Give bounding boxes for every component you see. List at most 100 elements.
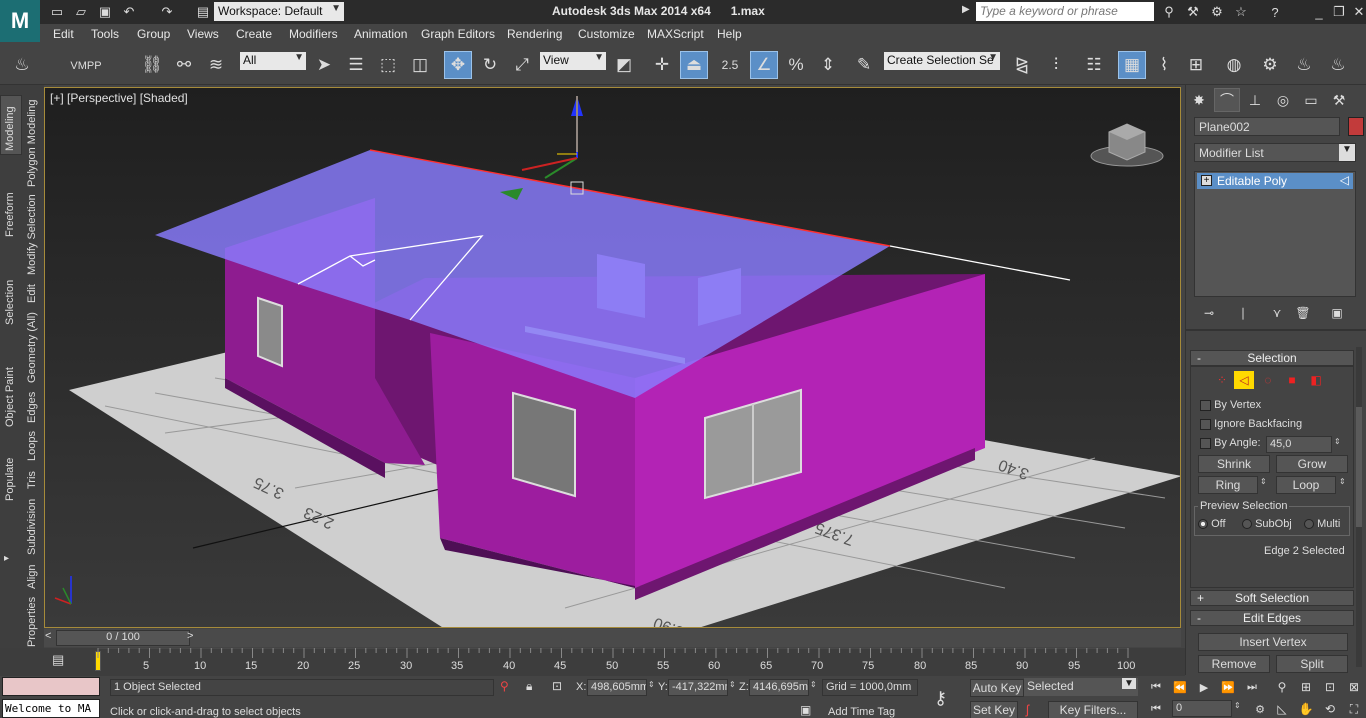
edit-named-selection-icon[interactable]: ✎ <box>850 51 878 79</box>
ribbon-subdivision[interactable]: Subdivision <box>26 499 38 555</box>
select-and-move-icon[interactable]: ✥ <box>444 51 472 79</box>
y-coordinate-field[interactable]: -417,322mm <box>668 679 728 696</box>
remove-button[interactable]: Remove <box>1198 655 1270 673</box>
keyboard-shortcut-override-icon[interactable]: ⏏ <box>680 51 708 79</box>
object-color-swatch[interactable] <box>1348 117 1364 136</box>
maxscript-listener[interactable]: Welcome to MA <box>2 699 100 718</box>
unlink-icon[interactable]: ⚯ <box>170 51 198 79</box>
go-to-end-icon[interactable]: ⏭ <box>1242 678 1262 696</box>
menu-views[interactable]: Views <box>187 27 219 41</box>
vertex-mode-icon[interactable]: ⁘ <box>1212 371 1232 389</box>
z-coordinate-field[interactable]: 4146,695mm <box>749 679 809 696</box>
preview-off-radio[interactable]: Off <box>1198 518 1226 530</box>
ring-button[interactable]: Ring <box>1198 476 1258 494</box>
render-setup-icon[interactable]: ⚙ <box>1256 51 1284 79</box>
select-by-name-icon[interactable]: ☰ <box>342 51 370 79</box>
set-key-button[interactable]: Set Key <box>970 701 1018 718</box>
ribbon-tab-modeling[interactable]: Modeling <box>4 106 16 151</box>
viewport-label[interactable]: [+] [Perspective] [Shaded] <box>50 91 188 105</box>
ribbon-polygon-modeling[interactable]: Polygon Modeling <box>26 100 38 187</box>
menu-customize[interactable]: Customize <box>578 27 635 41</box>
layer-manager-icon[interactable]: ☷ <box>1080 51 1108 79</box>
ribbon-edit[interactable]: Edit <box>26 284 38 303</box>
modify-tab-icon[interactable]: ⌒ <box>1214 88 1240 112</box>
zoom-all-icon[interactable]: ⊞ <box>1296 678 1316 696</box>
insert-vertex-button[interactable]: Insert Vertex <box>1198 633 1348 651</box>
app-logo-button[interactable]: M <box>0 0 40 42</box>
edit-edges-rollout-header[interactable]: - Edit Edges <box>1190 610 1354 626</box>
set-key-icon[interactable]: ⚷ <box>934 688 947 709</box>
perspective-viewport[interactable]: 3.75 2.23 7.375 3.40 5.90 [+] [Perspecti… <box>44 87 1181 628</box>
search-input[interactable]: Type a keyword or phrase <box>976 2 1154 21</box>
angle-value-field[interactable]: 45,0 <box>1266 436 1332 453</box>
absolute-mode-icon[interactable]: ⊡ <box>552 679 562 693</box>
zoom-extents-all-icon[interactable]: ⊠ <box>1344 678 1364 696</box>
ribbon-tris[interactable]: Tris <box>26 471 38 489</box>
hierarchy-tab-icon[interactable]: ⊥ <box>1242 88 1268 112</box>
expand-search-arrow[interactable]: ▶ <box>962 4 970 15</box>
frame-spinner-icon[interactable]: ⇕ <box>1234 701 1241 710</box>
pan-icon[interactable]: ✋ <box>1296 700 1316 718</box>
key-filters-button[interactable]: Key Filters... <box>1048 701 1138 718</box>
expand-plus-icon[interactable]: + <box>1201 175 1212 186</box>
ribbon-expand-arrow-icon[interactable]: ▸ <box>4 553 18 567</box>
new-file-icon[interactable]: ▭ <box>48 3 66 21</box>
shrink-button[interactable]: Shrink <box>1198 455 1270 473</box>
maxscript-listener-top[interactable] <box>2 677 100 696</box>
orbit-icon[interactable]: ⟲ <box>1320 700 1340 718</box>
ribbon-tab-selection[interactable]: Selection <box>4 280 16 325</box>
teapot-icon[interactable]: ♨ <box>8 51 36 79</box>
by-angle-checkbox[interactable]: By Angle: <box>1200 437 1261 449</box>
time-slider[interactable]: 0 / 100 <box>56 630 190 646</box>
field-of-view-icon[interactable]: ◺ <box>1272 700 1292 718</box>
menu-create[interactable]: Create <box>236 27 272 41</box>
time-config-icon[interactable]: ⚙ <box>1250 700 1270 718</box>
current-frame-field[interactable]: 0 <box>1172 700 1232 717</box>
menu-edit[interactable]: Edit <box>53 27 74 41</box>
mirror-icon[interactable]: ⧎ <box>1008 51 1036 79</box>
ribbon-loops[interactable]: Loops <box>26 431 38 461</box>
align-icon[interactable]: ⫶ <box>1042 51 1070 79</box>
binoculars-icon[interactable]: ⚲ <box>1160 3 1178 21</box>
ribbon-geometry-all[interactable]: Geometry (All) <box>26 312 38 383</box>
menu-rendering[interactable]: Rendering <box>507 27 562 41</box>
snap-toggle-icon[interactable]: 2.5 <box>716 51 744 79</box>
spinner-snap-icon[interactable]: ⇕ <box>814 51 842 79</box>
ribbon-tab-populate[interactable]: Populate <box>4 458 16 501</box>
add-time-tag-button[interactable]: Add Time Tag <box>828 706 895 718</box>
y-spinner-icon[interactable]: ⇕ <box>729 680 736 689</box>
go-to-start-icon[interactable]: ⏮ <box>1146 678 1166 696</box>
workspace-dropdown[interactable]: Workspace: Default ▼ <box>214 2 344 21</box>
show-end-result-icon[interactable]: ∣ <box>1232 303 1254 323</box>
angle-snap-icon[interactable]: ∠ <box>750 51 778 79</box>
auto-key-button[interactable]: Auto Key <box>970 679 1024 697</box>
close-icon[interactable]: ✕ <box>1350 3 1366 21</box>
command-panel-scrollbar[interactable] <box>1356 347 1362 667</box>
ribbon-tab-object-paint[interactable]: Object Paint <box>4 367 16 427</box>
select-and-link-icon[interactable]: ⛓ <box>138 51 166 79</box>
ignore-backfacing-checkbox[interactable]: Ignore Backfacing <box>1200 418 1302 430</box>
select-and-scale-icon[interactable]: ⤢ <box>508 51 536 79</box>
utilities-tab-icon[interactable]: ⚒ <box>1326 88 1352 112</box>
remove-modifier-icon[interactable]: 🗑︎ <box>1292 303 1314 323</box>
key-mode-toggle-nav-icon[interactable]: ⏮ <box>1146 700 1166 718</box>
key-mode-dropdown[interactable]: Selected ▼ <box>1024 678 1138 696</box>
soft-selection-rollout-header[interactable]: + Soft Selection <box>1190 590 1354 606</box>
curve-editor-icon[interactable]: ⌇ <box>1150 51 1178 79</box>
menu-tools[interactable]: Tools <box>91 27 119 41</box>
ribbon-tab-freeform[interactable]: Freeform <box>4 192 16 237</box>
previous-frame-icon[interactable]: ⏪ <box>1170 678 1190 696</box>
window-crossing-icon[interactable]: ◫ <box>406 51 434 79</box>
key-mode-toggle-icon[interactable]: ʃ <box>1026 702 1029 717</box>
edge-mode-icon[interactable]: ◁ <box>1234 371 1254 389</box>
isolate-selection-icon[interactable]: ⚲ <box>500 679 509 693</box>
named-selection-dropdown[interactable]: Create Selection Se ▼ <box>884 52 1000 70</box>
element-mode-icon[interactable]: ◧ <box>1306 371 1326 389</box>
zoom-icon[interactable]: ⚲ <box>1272 678 1292 696</box>
maximize-viewport-icon[interactable]: ⛶ <box>1344 700 1364 718</box>
selection-filter-dropdown[interactable]: All ▼ <box>240 52 306 70</box>
pivot-center-icon[interactable]: ◩ <box>610 51 638 79</box>
ribbon-edges[interactable]: Edges <box>26 392 38 423</box>
minimize-icon[interactable]: _ <box>1310 3 1328 21</box>
ribbon-properties[interactable]: Properties <box>26 597 38 647</box>
